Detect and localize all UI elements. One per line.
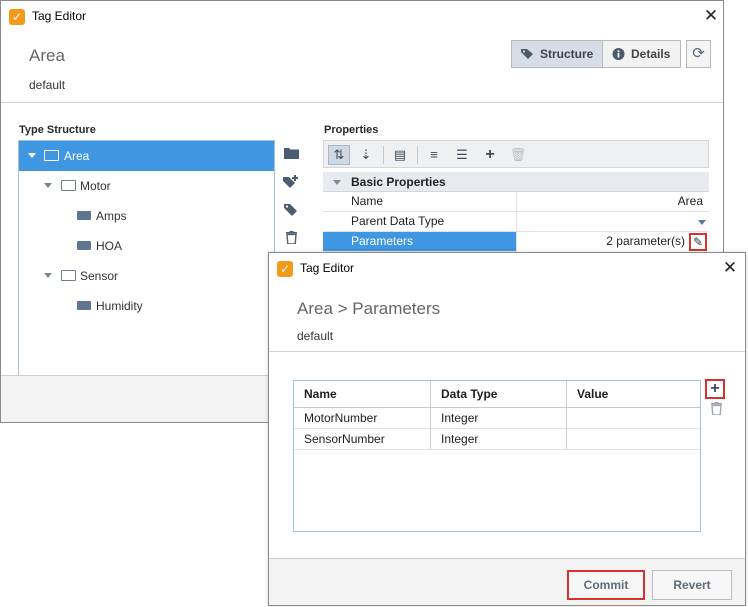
commit-button[interactable]: Commit: [567, 570, 645, 600]
tag-icon[interactable]: [282, 203, 300, 219]
properties-label: Properties: [324, 124, 379, 136]
dialog-header: Area > Parameters default: [269, 285, 745, 351]
expand-caret-icon[interactable]: [44, 273, 52, 278]
dialog-footer: Commit Revert: [269, 558, 745, 605]
tree-item-label: HOA: [96, 239, 123, 253]
tree-item-sensor[interactable]: Sensor: [19, 261, 274, 291]
param-value-cell[interactable]: [566, 429, 700, 449]
udt-definition-icon: [44, 150, 59, 161]
udt-instance-icon: [77, 241, 91, 250]
description-panel-icon[interactable]: ▤: [389, 145, 411, 165]
tree-item-hoa[interactable]: HOA: [19, 231, 274, 261]
property-category[interactable]: Basic Properties: [323, 172, 709, 192]
tree-item-humidity[interactable]: Humidity: [19, 291, 274, 321]
collapse-caret-icon[interactable]: [333, 180, 341, 185]
tree-item-amps[interactable]: Amps: [19, 201, 274, 231]
editor-header: Area default Structure Details ⟳: [1, 32, 723, 102]
toolbar-divider: [417, 146, 418, 164]
add-property-icon[interactable]: +: [479, 145, 501, 165]
udt-instance-icon: [77, 211, 91, 220]
delete-icon[interactable]: [282, 231, 300, 247]
param-value-cell[interactable]: [566, 408, 700, 428]
parameters-table: Name Data Type Value MotorNumber Integer…: [293, 380, 701, 532]
param-data-type-cell[interactable]: Integer: [430, 429, 566, 449]
toolbar-divider: [383, 146, 384, 164]
property-value-dropdown[interactable]: [516, 212, 709, 232]
collapse-all-icon[interactable]: ☰: [451, 145, 473, 165]
expand-caret-icon[interactable]: [28, 153, 36, 158]
dialog-body: Name Data Type Value MotorNumber Integer…: [269, 351, 745, 558]
tag-provider-label: default: [29, 78, 66, 92]
property-row-parent-data-type[interactable]: Parent Data Type: [323, 212, 709, 232]
chevron-down-icon[interactable]: [698, 220, 706, 225]
edit-pencil-icon[interactable]: ✎: [689, 233, 707, 251]
info-icon: [612, 48, 625, 60]
tree-item-motor[interactable]: Motor: [19, 171, 274, 201]
udt-definition-icon: [61, 270, 76, 281]
details-button-label: Details: [631, 47, 671, 61]
tree-item-label: Motor: [80, 179, 111, 193]
property-row-parameters[interactable]: Parameters 2 parameter(s) ✎: [323, 232, 709, 252]
tree-item-area[interactable]: Area: [19, 141, 274, 171]
type-structure-tree[interactable]: Area Motor Amps HOA Sensor Humidity: [18, 140, 275, 380]
app-icon: ✓: [9, 9, 25, 25]
type-structure-label: Type Structure: [19, 124, 96, 136]
param-name-cell[interactable]: MotorNumber: [294, 408, 430, 428]
page-title: Area: [29, 46, 65, 65]
refresh-icon: ⟳: [692, 45, 705, 62]
title-bar: ✓ Tag Editor ✕: [269, 253, 745, 285]
close-icon[interactable]: ✕: [719, 258, 741, 278]
parameters-count: 2 parameter(s): [606, 234, 685, 248]
udt-instance-icon: [77, 301, 91, 310]
sort-categorized-icon[interactable]: ⇅: [328, 145, 350, 165]
new-folder-icon[interactable]: [282, 147, 300, 163]
property-name: Name: [351, 194, 384, 208]
title-bar: ✓ Tag Editor ✕: [1, 1, 723, 32]
refresh-button[interactable]: ⟳: [686, 40, 711, 68]
table-row[interactable]: MotorNumber Integer: [294, 408, 700, 429]
udt-definition-icon: [61, 180, 76, 191]
tags-icon: [521, 49, 533, 59]
tree-item-label: Humidity: [96, 299, 143, 313]
details-button[interactable]: Details: [602, 40, 681, 68]
tag-provider-label: default: [297, 329, 334, 343]
property-row-name[interactable]: Name Area: [323, 192, 709, 212]
expand-caret-icon[interactable]: [44, 183, 52, 188]
delete-parameter-icon[interactable]: [709, 402, 723, 418]
property-name: Parameters: [351, 234, 414, 248]
breadcrumb: Area > Parameters: [297, 299, 441, 318]
structure-button-label: Structure: [540, 47, 594, 61]
app-icon: ✓: [277, 261, 293, 277]
category-label: Basic Properties: [351, 175, 446, 189]
delete-property-icon: 🗑: [509, 147, 527, 162]
property-value[interactable]: 2 parameter(s) ✎: [516, 232, 709, 252]
sort-alphabetical-icon[interactable]: ⇣: [355, 145, 377, 165]
structure-button[interactable]: Structure: [511, 40, 603, 68]
param-data-type-cell[interactable]: Integer: [430, 408, 566, 428]
table-header: Name Data Type Value: [294, 381, 700, 408]
revert-button[interactable]: Revert: [652, 570, 732, 600]
property-value[interactable]: Area: [516, 192, 709, 212]
properties-toolbar: ⇅ ⇣ ▤ ≡ ☰ + 🗑: [323, 140, 709, 168]
param-name-cell[interactable]: SensorNumber: [294, 429, 430, 449]
property-name: Parent Data Type: [351, 214, 445, 228]
window-title: Tag Editor: [32, 9, 87, 23]
expand-all-icon[interactable]: ≡: [423, 145, 445, 165]
column-header-name[interactable]: Name: [294, 381, 430, 407]
add-parameter-button[interactable]: +: [705, 379, 725, 399]
tree-item-label: Sensor: [80, 269, 119, 283]
tree-item-label: Area: [64, 149, 90, 163]
add-member-icon[interactable]: [282, 175, 300, 191]
column-header-value[interactable]: Value: [566, 381, 700, 407]
close-icon[interactable]: ✕: [700, 6, 722, 26]
column-header-data-type[interactable]: Data Type: [430, 381, 566, 407]
plus-icon: +: [710, 380, 720, 397]
window-title: Tag Editor: [300, 261, 355, 275]
table-row[interactable]: SensorNumber Integer: [294, 429, 700, 450]
tree-item-label: Amps: [96, 209, 127, 223]
parameters-dialog: ✓ Tag Editor ✕ Area > Parameters default…: [268, 252, 746, 606]
